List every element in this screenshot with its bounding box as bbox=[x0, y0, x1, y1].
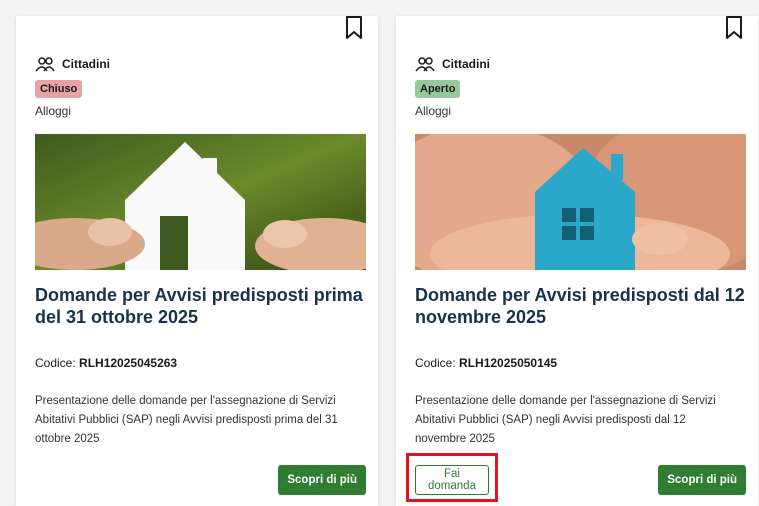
card-description: Presentazione delle domande per l'assegn… bbox=[35, 395, 338, 445]
category: Cittadini bbox=[415, 56, 490, 72]
category: Cittadini bbox=[35, 56, 110, 72]
code-value: RLH12025050145 bbox=[459, 356, 558, 370]
card-image-paper-house bbox=[35, 134, 366, 270]
card-title: Domande per Avvisi predisposti prima del… bbox=[35, 285, 363, 327]
code-label: Codice: bbox=[415, 356, 456, 370]
discover-more-button[interactable]: Scopri di più bbox=[658, 465, 746, 495]
service-card-open: Cittadini Aperto Alloggi Domande per Avv… bbox=[396, 16, 758, 506]
topic-label: Alloggi bbox=[415, 104, 452, 118]
bookmark-icon[interactable] bbox=[344, 16, 364, 40]
card-title: Domande per Avvisi predisposti dal 12 no… bbox=[415, 285, 745, 327]
service-code: Codice: RLH12025050145 bbox=[415, 356, 557, 370]
category-label: Cittadini bbox=[442, 57, 490, 71]
people-icon bbox=[415, 57, 435, 72]
bookmark-icon[interactable] bbox=[724, 16, 744, 40]
code-label: Codice: bbox=[35, 356, 76, 370]
people-icon bbox=[35, 57, 55, 72]
discover-more-button[interactable]: Scopri di più bbox=[278, 465, 366, 495]
card-description: Presentazione delle domande per l'assegn… bbox=[415, 395, 716, 445]
topic-label: Alloggi bbox=[35, 104, 72, 118]
card-image-hands-house bbox=[415, 134, 746, 270]
status-badge: Aperto bbox=[415, 80, 461, 98]
status-badge: Chiuso bbox=[35, 80, 83, 98]
apply-button[interactable]: Fai domanda bbox=[415, 465, 489, 495]
category-label: Cittadini bbox=[62, 57, 110, 71]
service-card-closed: Cittadini Chiuso Alloggi Domande per Avv… bbox=[16, 16, 378, 506]
service-code: Codice: RLH12025045263 bbox=[35, 356, 177, 370]
code-value: RLH12025045263 bbox=[79, 356, 178, 370]
